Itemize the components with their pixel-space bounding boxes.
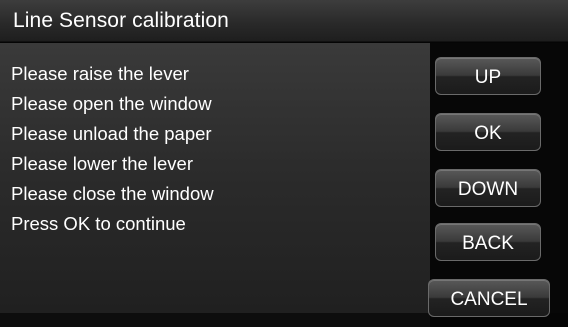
- up-button[interactable]: UP: [435, 57, 541, 95]
- instructions-panel: Please raise the lever Please open the w…: [0, 43, 430, 313]
- instruction-close-window: Please close the window: [11, 183, 214, 204]
- instruction-unload-paper: Please unload the paper: [11, 123, 212, 144]
- down-button[interactable]: DOWN: [435, 169, 541, 207]
- instruction-lower-lever: Please lower the lever: [11, 153, 194, 174]
- screen-title: Line Sensor calibration: [13, 9, 229, 32]
- instruction-press-ok: Press OK to continue: [11, 213, 186, 234]
- calibration-screen: Line Sensor calibration Please raise the…: [0, 0, 568, 327]
- instruction-raise-lever: Please raise the lever: [11, 63, 189, 84]
- bottom-strip: [0, 313, 430, 327]
- back-button[interactable]: BACK: [435, 223, 541, 261]
- instruction-list: Please raise the lever Please open the w…: [11, 59, 214, 239]
- title-bar: Line Sensor calibration: [0, 0, 568, 42]
- ok-button[interactable]: OK: [435, 113, 541, 151]
- cancel-button[interactable]: CANCEL: [428, 279, 550, 317]
- instruction-open-window: Please open the window: [11, 93, 212, 114]
